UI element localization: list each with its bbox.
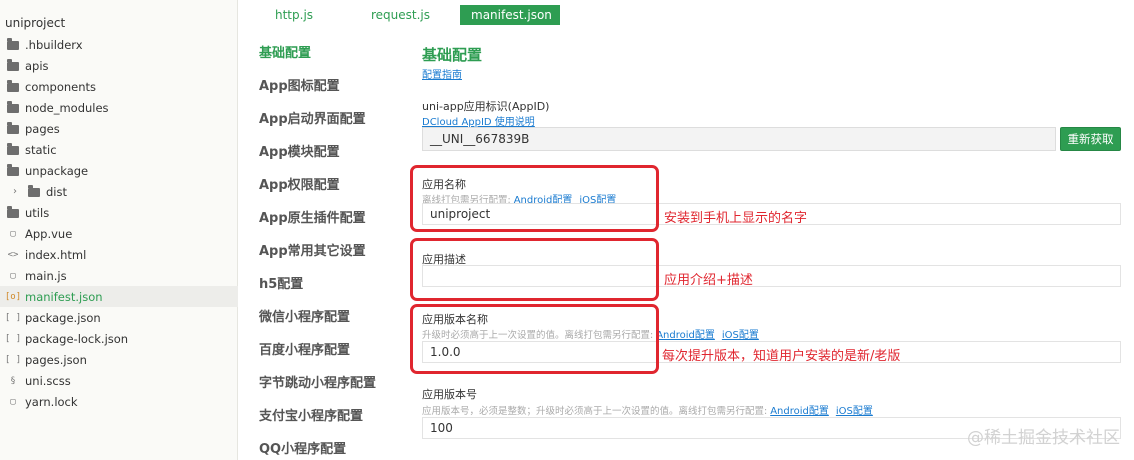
nav-app-modules[interactable]: App模块配置 [259,141,340,160]
version-annotation: 每次提升版本，知道用户安装的是新/老版 [662,349,901,364]
version-highlight-box [410,304,659,374]
tree-item-label: dist [46,184,67,199]
folder-icon [6,164,20,177]
tree-item-yarn-lock[interactable]: ▢ yarn.lock [0,391,238,412]
folder-icon [6,38,20,51]
nav-alipay-mp[interactable]: 支付宝小程序配置 [259,405,363,424]
tree-item-dist[interactable]: › dist [0,181,238,202]
tree-item-index-html[interactable]: <> index.html [0,244,238,265]
file-icon: ▢ [10,396,16,407]
folder-icon [6,101,20,114]
editor-tab-bar: http.js request.js manifest.json [239,0,1134,28]
version-code-ios-link[interactable]: iOS配置 [836,406,873,417]
tree-item-label: components [25,79,97,94]
file-explorer: uniproject .hbuilderx apis components no… [0,0,238,460]
name-highlight-box [410,165,659,232]
tree-item-uni-scss[interactable]: § uni.scss [0,370,238,391]
tab-manifest-json[interactable]: manifest.json [460,5,560,25]
tree-item-pages[interactable]: pages [0,118,238,139]
nav-baidu-mp[interactable]: 百度小程序配置 [259,339,350,358]
nav-toutiao-mp[interactable]: 字节跳动小程序配置 [259,372,376,391]
tree-item-label: uni.scss [25,373,71,388]
folder-icon [27,185,41,198]
nav-app-splash[interactable]: App启动界面配置 [259,108,366,127]
nav-app-icon[interactable]: App图标配置 [259,75,340,94]
appid-help-link[interactable]: DCloud AppID 使用说明 [422,113,535,128]
tree-item-utils[interactable]: utils [0,202,238,223]
tree-item-label: .hbuilderx [25,37,83,52]
folder-icon [6,206,20,219]
tree-item-label: unpackage [25,163,89,178]
chevron-right-icon[interactable]: › [8,186,22,198]
tree-item-label: node_modules [25,100,109,115]
folder-icon [6,122,20,135]
json-file-icon: [ ] [4,312,22,323]
appid-label: uni-app应用标识(AppID) [422,100,550,113]
tree-item-label: package.json [25,310,101,325]
desc-annotation: 应用介绍+描述 [664,273,753,288]
tree-item-package-lock-json[interactable]: [ ] package-lock.json [0,328,238,349]
folder-icon [6,80,20,93]
tree-item-node-modules[interactable]: node_modules [0,97,238,118]
json-file-icon: [ ] [4,354,22,365]
nav-basic[interactable]: 基础配置 [259,42,311,61]
nav-app-permissions[interactable]: App权限配置 [259,174,340,193]
page-title: 基础配置 [422,46,483,64]
name-annotation: 安装到手机上显示的名字 [664,211,808,226]
tree-item-components[interactable]: components [0,76,238,97]
version-name-ios-link[interactable]: iOS配置 [722,330,759,341]
tree-item-app-vue[interactable]: ▢ App.vue [0,223,238,244]
nav-weixin-mp[interactable]: 微信小程序配置 [259,306,350,325]
version-code-hint-text: 应用版本号，必须是整数；升级时必须高于上一次设置的值。离线打包需另行配置: [422,406,768,417]
tree-item-label: utils [25,205,50,220]
nav-h5[interactable]: h5配置 [259,273,303,292]
nav-app-other[interactable]: App常用其它设置 [259,240,366,259]
tree-item-label: App.vue [25,226,73,241]
tree-item-label: main.js [25,268,67,283]
tree-item-label: static [25,142,57,157]
watermark: @稀土掘金技术社区 [967,428,1120,448]
version-name-android-link[interactable]: Android配置 [656,330,715,341]
version-code-label: 应用版本号 [422,388,477,401]
js-file-icon: ▢ [10,270,16,281]
tree-item-unpackage[interactable]: unpackage [0,160,238,181]
project-root[interactable]: uniproject [5,16,65,30]
desc-highlight-box [410,238,659,301]
tree-item-static[interactable]: static [0,139,238,160]
tree-item-manifest-json[interactable]: [o] manifest.json [0,286,238,307]
tree-item-hbuilderx[interactable]: .hbuilderx [0,34,238,55]
config-panel: 基础配置 配置指南 uni-app应用标识(AppID) DCloud AppI… [389,28,1134,460]
json-file-icon: [o] [4,291,22,302]
tree-item-label: manifest.json [25,289,103,304]
tree-item-label: pages [25,121,60,136]
config-nav: 基础配置 App图标配置 App启动界面配置 App模块配置 App权限配置 A… [239,28,389,460]
version-code-hint: 应用版本号，必须是整数；升级时必须高于上一次设置的值。离线打包需另行配置: And… [422,402,877,417]
scss-file-icon: § [10,375,16,386]
refresh-appid-button[interactable]: 重新获取 [1060,127,1121,151]
tree-item-package-json[interactable]: [ ] package.json [0,307,238,328]
appid-field[interactable]: __UNI__667839B [422,127,1056,151]
guide-link[interactable]: 配置指南 [422,66,462,81]
folder-icon [6,143,20,156]
tab-http-js[interactable]: http.js [264,5,324,25]
tree-item-pages-json[interactable]: [ ] pages.json [0,349,238,370]
tree-item-label: pages.json [25,352,87,367]
json-file-icon: [ ] [4,333,22,344]
vue-file-icon: ▢ [10,228,16,239]
version-code-android-link[interactable]: Android配置 [770,406,829,417]
tab-request-js[interactable]: request.js [360,5,441,25]
tree-item-apis[interactable]: apis [0,55,238,76]
tree-item-label: index.html [25,247,87,262]
tree-item-main-js[interactable]: ▢ main.js [0,265,238,286]
tree-item-label: package-lock.json [25,331,129,346]
nav-app-native-plugins[interactable]: App原生插件配置 [259,207,366,226]
tree-item-label: yarn.lock [25,394,78,409]
nav-qq-mp[interactable]: QQ小程序配置 [259,438,346,457]
html-file-icon: <> [7,249,19,260]
tree-item-label: apis [25,58,49,73]
folder-icon [6,59,20,72]
